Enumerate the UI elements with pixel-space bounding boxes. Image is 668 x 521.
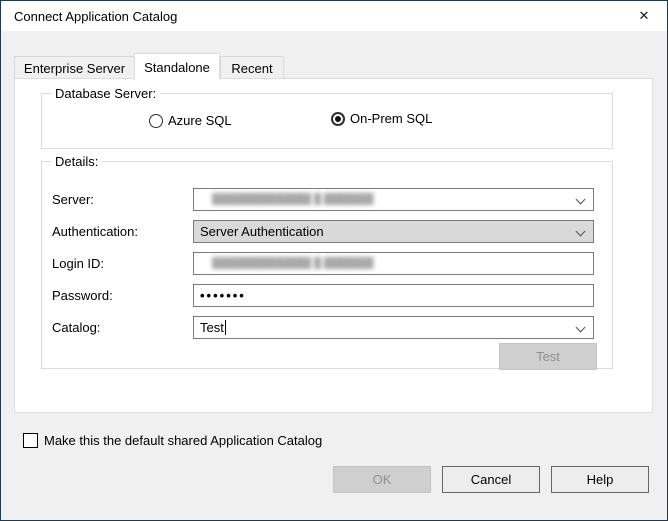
chevron-down-icon[interactable] <box>576 227 586 237</box>
login-id-input[interactable]: ██████████████ █ ███████ <box>193 252 594 275</box>
details-group: Details: Server: ██████████████ █ ██████… <box>41 161 613 369</box>
radio-unselected-icon[interactable] <box>149 114 163 128</box>
close-button[interactable]: ✕ <box>621 1 667 31</box>
radio-azure-sql[interactable]: Azure SQL <box>149 113 232 128</box>
tab-recent[interactable]: Recent <box>220 56 284 79</box>
title-bar: Connect Application Catalog ✕ <box>1 1 667 31</box>
test-button-label: Test <box>536 349 560 364</box>
password-value: ••••••• <box>200 288 246 303</box>
catalog-combobox[interactable]: Test <box>193 316 594 339</box>
tab-label: Enterprise Server <box>24 61 125 76</box>
close-icon: ✕ <box>639 8 650 24</box>
tab-enterprise-server[interactable]: Enterprise Server <box>14 56 135 79</box>
default-catalog-checkbox-label: Make this the default shared Application… <box>44 433 322 448</box>
password-label: Password: <box>52 288 113 303</box>
details-legend: Details: <box>51 154 102 169</box>
dialog-title: Connect Application Catalog <box>14 9 177 24</box>
cancel-button-label: Cancel <box>471 472 511 487</box>
server-label: Server: <box>52 192 94 207</box>
catalog-label: Catalog: <box>52 320 100 335</box>
help-button-label: Help <box>587 472 614 487</box>
help-button[interactable]: Help <box>551 466 649 493</box>
text-caret <box>225 320 226 335</box>
default-catalog-checkbox-row[interactable]: Make this the default shared Application… <box>23 433 322 448</box>
radio-onprem-sql[interactable]: On-Prem SQL <box>331 111 432 126</box>
radio-selected-icon[interactable] <box>331 112 345 126</box>
cancel-button[interactable]: Cancel <box>442 466 540 493</box>
checkbox-unchecked-icon[interactable] <box>23 433 38 448</box>
server-value-redacted: ██████████████ █ ███████ <box>200 194 373 205</box>
test-button[interactable]: Test <box>499 343 597 370</box>
ok-button-label: OK <box>373 472 392 487</box>
database-server-legend: Database Server: <box>51 86 160 101</box>
dialog-window: Connect Application Catalog ✕ Enterprise… <box>0 0 668 521</box>
tab-label: Recent <box>231 61 272 76</box>
chevron-down-icon[interactable] <box>576 323 586 333</box>
radio-onprem-label: On-Prem SQL <box>350 111 432 126</box>
authentication-label: Authentication: <box>52 224 138 239</box>
server-combobox[interactable]: ██████████████ █ ███████ <box>193 188 594 211</box>
chevron-down-icon[interactable] <box>576 195 586 205</box>
database-server-group: Database Server: Azure SQL On-Prem SQL <box>41 93 613 149</box>
password-input[interactable]: ••••••• <box>193 284 594 307</box>
login-id-value-redacted: ██████████████ █ ███████ <box>200 258 373 269</box>
catalog-value: Test <box>200 320 224 335</box>
tab-label: Standalone <box>144 60 210 75</box>
authentication-value: Server Authentication <box>200 224 324 239</box>
tab-standalone[interactable]: Standalone <box>134 53 220 80</box>
login-id-label: Login ID: <box>52 256 104 271</box>
ok-button[interactable]: OK <box>333 466 431 493</box>
radio-azure-label: Azure SQL <box>168 113 232 128</box>
authentication-combobox[interactable]: Server Authentication <box>193 220 594 243</box>
